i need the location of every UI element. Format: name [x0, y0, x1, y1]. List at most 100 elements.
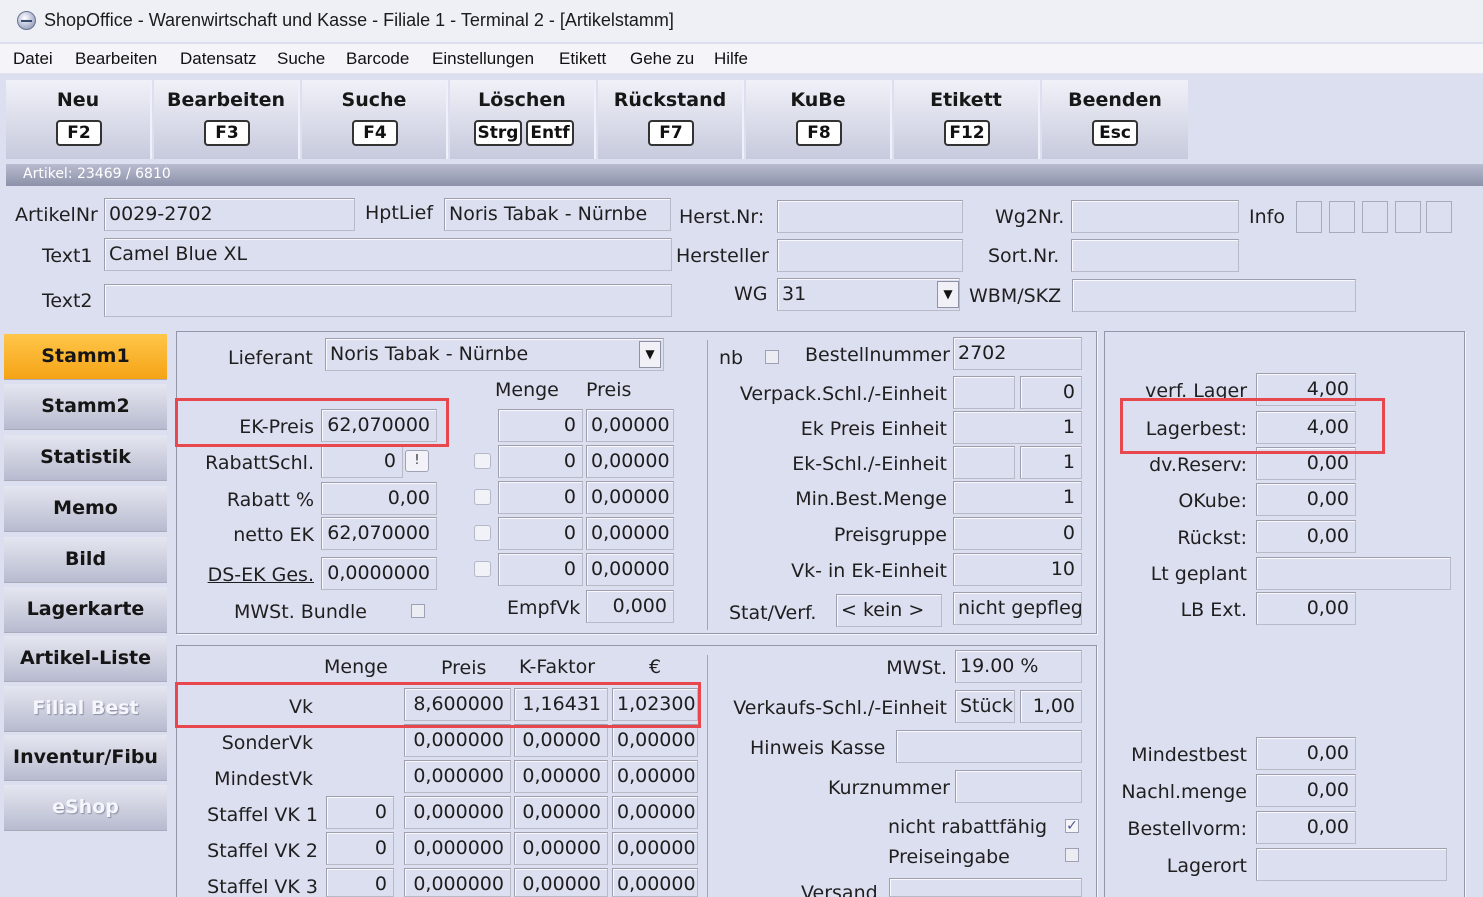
- staffelvk2-kfaktor-field[interactable]: 0,00000: [514, 832, 608, 865]
- sondervk-euro-field[interactable]: 0,00000: [612, 724, 698, 757]
- nettoek-field[interactable]: 62,070000: [321, 517, 437, 550]
- care-status-field[interactable]: nicht gepfleg: [953, 592, 1082, 625]
- tab-memo[interactable]: Memo: [4, 486, 167, 532]
- staffelvk3-kfaktor-field[interactable]: 0,00000: [514, 868, 608, 897]
- tab-lagerkarte[interactable]: Lagerkarte: [4, 587, 167, 633]
- preisgruppe-field[interactable]: 0: [953, 517, 1082, 550]
- staffel-preis-4[interactable]: 0,00000: [586, 517, 674, 550]
- vk-euro-field[interactable]: 1,02300: [612, 688, 698, 721]
- staffel-menge-2[interactable]: 0: [498, 445, 583, 478]
- kurznummer-field[interactable]: [955, 770, 1082, 803]
- vkschl-unit-field[interactable]: Stück: [955, 690, 1015, 723]
- staffelvk3-menge-field[interactable]: 0: [326, 868, 394, 897]
- backorder-button[interactable]: Rückstand F7: [598, 80, 744, 159]
- tab-statistik[interactable]: Statistik: [4, 435, 167, 481]
- lbext-field[interactable]: 0,00: [1256, 592, 1356, 625]
- ekpreiseinheit-field[interactable]: 1: [953, 411, 1082, 444]
- menu-bearbeiten[interactable]: Bearbeiten: [75, 49, 157, 69]
- menu-einstellungen[interactable]: Einstellungen: [432, 49, 534, 69]
- sortnr-field[interactable]: [1071, 239, 1239, 272]
- info-box-1[interactable]: [1296, 201, 1322, 233]
- chevron-down-icon[interactable]: ▼: [937, 281, 959, 308]
- vkschl-qty-field[interactable]: 1,00: [1020, 690, 1082, 723]
- mindestvk-kfaktor-field[interactable]: 0,00000: [514, 760, 608, 793]
- staffel-menge-1[interactable]: 0: [498, 409, 583, 442]
- delete-button[interactable]: Löschen Strg Entf: [450, 80, 596, 159]
- ekpreis-field[interactable]: 62,070000: [321, 409, 437, 442]
- staffel-preis-3[interactable]: 0,00000: [586, 481, 674, 514]
- info-box-5[interactable]: [1426, 201, 1452, 233]
- staffel-preis-1[interactable]: 0,00000: [586, 409, 674, 442]
- tab-bild[interactable]: Bild: [4, 537, 167, 583]
- info-box-4[interactable]: [1395, 201, 1421, 233]
- staffelvk2-euro-field[interactable]: 0,00000: [612, 832, 698, 865]
- text1-field[interactable]: Camel Blue XL: [104, 238, 672, 271]
- lagerbest-field[interactable]: 4,00: [1256, 411, 1356, 444]
- staffel-preis-2[interactable]: 0,00000: [586, 445, 674, 478]
- tab-inventur-fibu[interactable]: Inventur/Fibu: [4, 735, 167, 781]
- vk-preis-field[interactable]: 8,600000: [404, 688, 511, 721]
- mindestvk-preis-field[interactable]: 0,000000: [404, 760, 511, 793]
- rabatt-field[interactable]: 0,00: [321, 482, 437, 515]
- staffel-menge-5[interactable]: 0: [498, 553, 583, 586]
- ltgeplant-field[interactable]: [1256, 557, 1451, 590]
- lagerort-field[interactable]: [1256, 848, 1447, 881]
- new-button[interactable]: Neu F2: [6, 80, 152, 159]
- sondervk-kfaktor-field[interactable]: 0,00000: [514, 724, 608, 757]
- dsek-field[interactable]: 0,0000000: [321, 557, 437, 590]
- empfvk-field[interactable]: 0,000: [586, 590, 674, 623]
- info-box-2[interactable]: [1329, 201, 1355, 233]
- menu-datensatz[interactable]: Datensatz: [180, 49, 257, 69]
- okube-field[interactable]: 0,00: [1256, 483, 1356, 516]
- wg-select[interactable]: 31: [777, 278, 960, 311]
- chevron-down-icon[interactable]: ▼: [639, 341, 661, 368]
- menu-hilfe[interactable]: Hilfe: [714, 49, 748, 69]
- preiseingabe-checkbox[interactable]: [1065, 848, 1079, 862]
- mwst-field[interactable]: 19.00 %: [955, 650, 1082, 683]
- vkinek-field[interactable]: 10: [953, 553, 1082, 586]
- ekschl-unit-field[interactable]: 1: [1020, 446, 1082, 479]
- artikelnr-field[interactable]: 0029-2702: [104, 198, 355, 231]
- hptlief-field[interactable]: Noris Tabak - Nürnbe: [444, 198, 671, 231]
- nichtrabatt-checkbox[interactable]: ✓: [1065, 819, 1079, 833]
- nachlmenge-field[interactable]: 0,00: [1256, 774, 1356, 807]
- mindestvk-euro-field[interactable]: 0,00000: [612, 760, 698, 793]
- status-select[interactable]: < kein >: [836, 594, 942, 627]
- menu-etikett[interactable]: Etikett: [559, 49, 606, 69]
- dsek-link[interactable]: DS-EK Ges.: [190, 564, 314, 586]
- dvreserv-field[interactable]: 0,00: [1256, 447, 1356, 480]
- exit-button[interactable]: Beenden Esc: [1042, 80, 1188, 159]
- lieferant-select[interactable]: Noris Tabak - Nürnbe: [325, 338, 664, 371]
- staffelvk3-preis-field[interactable]: 0,000000: [404, 868, 511, 897]
- verpack-key-field[interactable]: [953, 376, 1015, 409]
- versand-field[interactable]: [889, 878, 1082, 897]
- wbm-field[interactable]: [1072, 279, 1356, 312]
- menu-datei[interactable]: Datei: [13, 49, 53, 69]
- minbest-field[interactable]: 1: [953, 481, 1082, 514]
- rueckst-field[interactable]: 0,00: [1256, 520, 1356, 553]
- staffelvk1-euro-field[interactable]: 0,00000: [612, 796, 698, 829]
- tab-stamm1[interactable]: Stamm1: [4, 334, 167, 380]
- text2-field[interactable]: [104, 284, 672, 317]
- wg2nr-field[interactable]: [1071, 200, 1239, 233]
- mindestbest-field[interactable]: 0,00: [1256, 737, 1356, 770]
- verpack-unit-field[interactable]: 0: [1020, 376, 1082, 409]
- staffelvk3-euro-field[interactable]: 0,00000: [612, 868, 698, 897]
- tab-artikel-liste[interactable]: Artikel-Liste: [4, 636, 167, 682]
- rabattschl-lookup-button[interactable]: !: [405, 450, 429, 472]
- menu-suche[interactable]: Suche: [277, 49, 325, 69]
- kube-button[interactable]: KuBe F8: [746, 80, 892, 159]
- vk-kfaktor-field[interactable]: 1,16431: [514, 688, 608, 721]
- tab-stamm2[interactable]: Stamm2: [4, 384, 167, 430]
- bestellvorm-field[interactable]: 0,00: [1256, 811, 1356, 844]
- staffelvk1-preis-field[interactable]: 0,000000: [404, 796, 511, 829]
- staffelvk2-menge-field[interactable]: 0: [326, 832, 394, 865]
- staffel-preis-5[interactable]: 0,00000: [586, 553, 674, 586]
- sondervk-preis-field[interactable]: 0,000000: [404, 724, 511, 757]
- info-box-3[interactable]: [1362, 201, 1388, 233]
- herstnr-field[interactable]: [777, 200, 963, 233]
- menu-gehe-zu[interactable]: Gehe zu: [630, 49, 694, 69]
- hinweis-field[interactable]: [896, 730, 1082, 763]
- comment-icon[interactable]: [474, 525, 491, 541]
- mwst-bundle-checkbox[interactable]: [411, 604, 425, 618]
